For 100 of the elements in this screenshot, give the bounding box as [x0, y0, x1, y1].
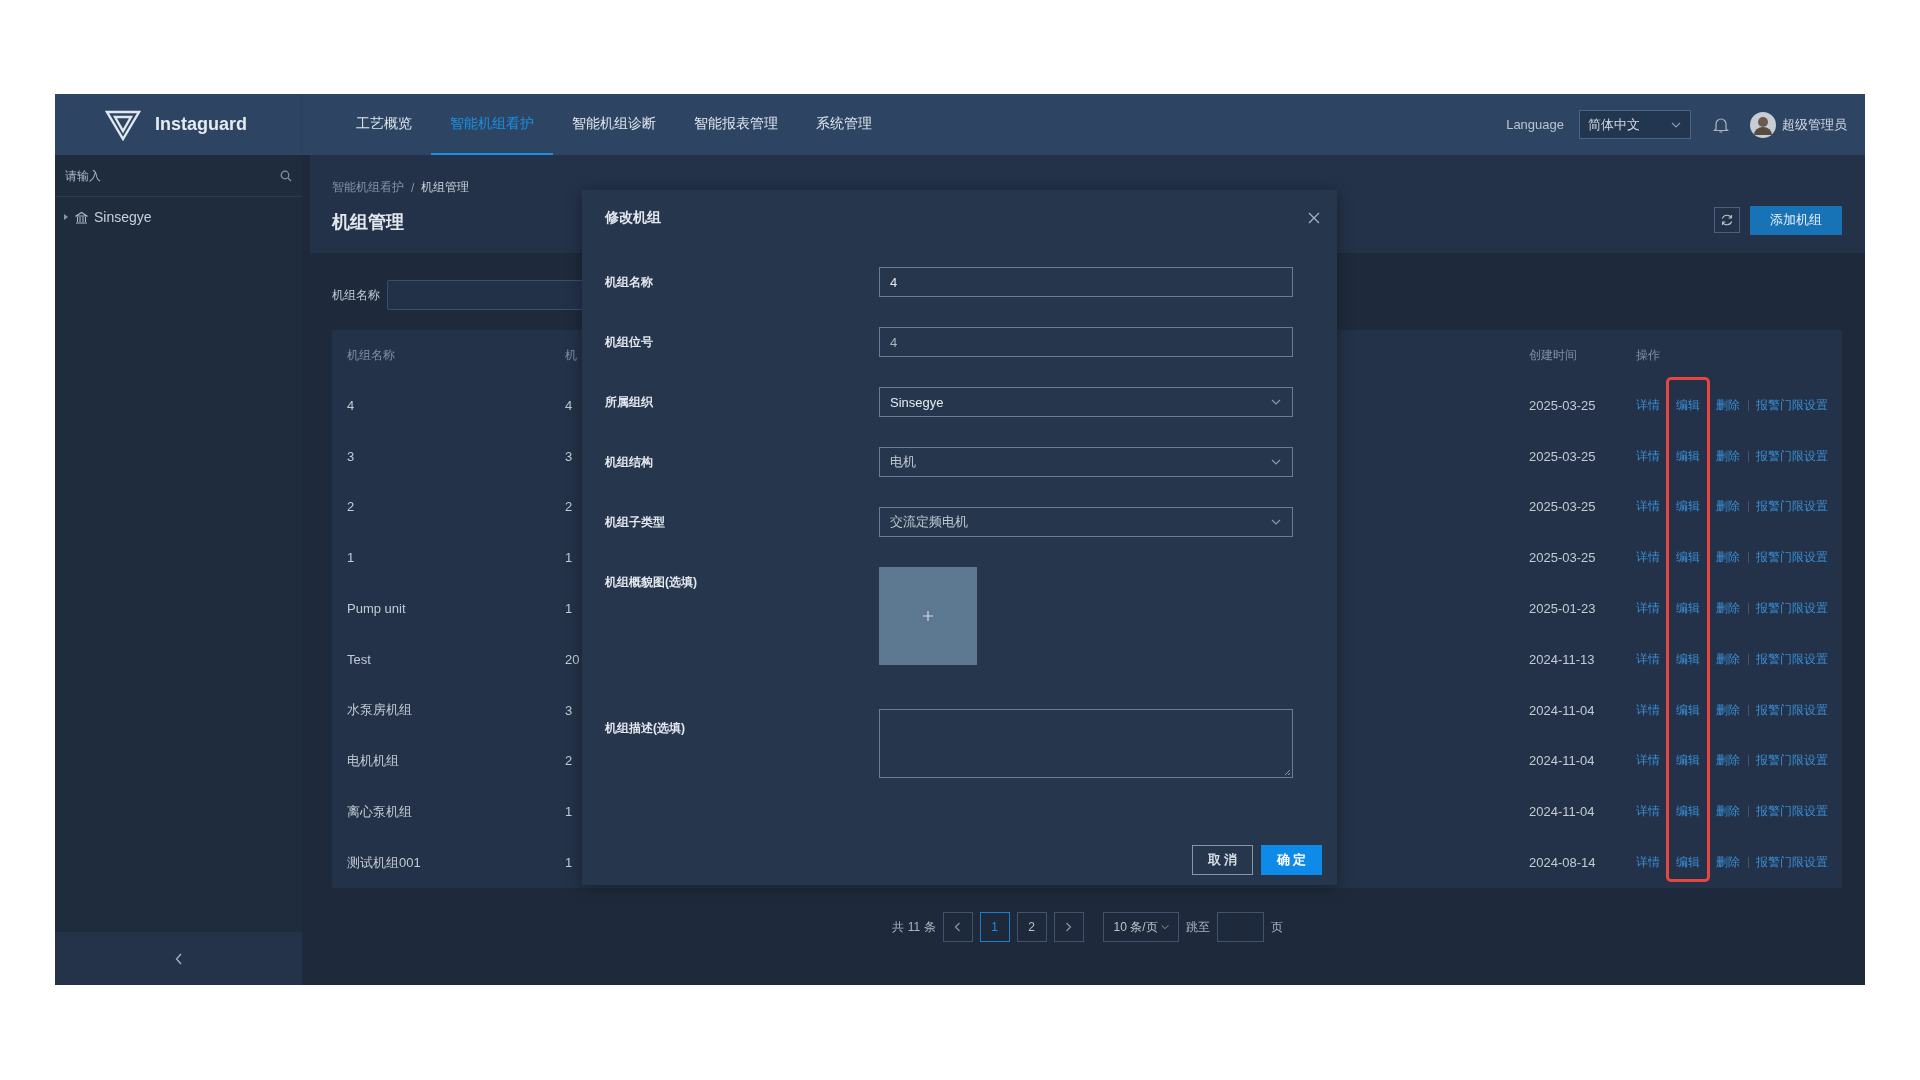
table-cell: 2025-03-25 — [1529, 499, 1596, 515]
table-cell: 1 — [347, 550, 355, 566]
action-link[interactable]: 删除 — [1716, 600, 1740, 618]
action-link[interactable]: 删除 — [1716, 549, 1740, 567]
table-cell: 电机机组 — [347, 751, 399, 770]
action-link[interactable]: 报警门限设置 — [1756, 803, 1828, 821]
resize-grip-icon[interactable] — [1284, 769, 1291, 776]
collapse-icon[interactable] — [174, 952, 183, 965]
filter-label: 机组名称 — [332, 286, 380, 304]
action-link[interactable]: 编辑 — [1676, 854, 1700, 872]
user-name[interactable]: 超级管理员 — [1782, 115, 1847, 134]
action-link[interactable]: 编辑 — [1676, 447, 1700, 465]
nav-tab[interactable]: 智能机组诊断 — [553, 94, 675, 155]
table-cell: 1 — [565, 601, 573, 617]
action-link[interactable]: 详情 — [1636, 447, 1660, 465]
table-cell: 2 — [565, 499, 573, 515]
tree-item[interactable]: Sinsegye — [94, 209, 152, 225]
action-link[interactable]: 编辑 — [1676, 396, 1700, 414]
table-cell: 3 — [565, 448, 573, 464]
language-select[interactable]: 简体中文 — [1579, 110, 1691, 139]
action-link[interactable]: 删除 — [1716, 803, 1740, 821]
action-link[interactable]: 编辑 — [1676, 498, 1700, 516]
action-link[interactable]: 报警门限设置 — [1756, 701, 1828, 719]
action-link[interactable]: 编辑 — [1676, 752, 1700, 770]
page-suffix: 页 — [1270, 918, 1283, 936]
form-label: 机组概貌图(选填) — [605, 573, 698, 591]
caret-icon[interactable] — [63, 213, 69, 221]
breadcrumb-link[interactable]: 智能机组看护 — [332, 179, 404, 196]
table-cell: 离心泵机组 — [347, 802, 412, 821]
add-button[interactable]: 添加机组 — [1750, 205, 1842, 235]
bank-icon — [75, 210, 88, 224]
column-header: 创建时间 — [1529, 346, 1577, 364]
chevron-down-icon — [1159, 922, 1170, 932]
action-link[interactable]: 编辑 — [1676, 549, 1700, 567]
table-cell: 水泵房机组 — [347, 701, 412, 720]
action-link[interactable]: 详情 — [1636, 498, 1660, 516]
select-field[interactable]: Sinsegye — [879, 387, 1293, 417]
action-link[interactable]: 详情 — [1636, 854, 1660, 872]
chevron-left-icon — [954, 922, 962, 932]
action-link[interactable]: 编辑 — [1676, 701, 1700, 719]
table-cell: 2024-08-14 — [1529, 855, 1596, 871]
action-link[interactable]: 报警门限设置 — [1756, 396, 1828, 414]
action-link[interactable]: 详情 — [1636, 650, 1660, 668]
cancel-button[interactable]: 取 消 — [1192, 845, 1253, 875]
action-link[interactable]: 编辑 — [1676, 650, 1700, 668]
page-size-select[interactable]: 10 条/页 — [1102, 912, 1179, 942]
bell-icon[interactable] — [1713, 115, 1729, 134]
jump-input[interactable] — [1216, 912, 1264, 942]
dialog-title: 修改机组 — [605, 209, 661, 227]
table-cell: 4 — [565, 397, 573, 413]
action-link[interactable]: 删除 — [1716, 650, 1740, 668]
refresh-button[interactable] — [1714, 207, 1740, 233]
action-link[interactable]: 删除 — [1716, 396, 1740, 414]
select-field[interactable]: 电机 — [879, 447, 1293, 477]
text-area[interactable] — [879, 709, 1293, 778]
select-field[interactable]: 交流定频电机 — [879, 507, 1293, 537]
avatar-icon[interactable] — [1750, 111, 1776, 138]
action-link[interactable]: 删除 — [1716, 701, 1740, 719]
action-link[interactable]: 删除 — [1716, 854, 1740, 872]
logo-icon — [105, 108, 141, 141]
table-cell: 4 — [347, 397, 355, 413]
table-cell: Pump unit — [347, 601, 406, 617]
breadcrumb-current: 机组管理 — [421, 179, 470, 196]
action-link[interactable]: 编辑 — [1676, 600, 1700, 618]
action-link[interactable]: 删除 — [1716, 752, 1740, 770]
text-field[interactable]: 4 — [879, 267, 1293, 297]
table-cell: 2 — [565, 753, 573, 769]
table-cell: 3 — [347, 448, 355, 464]
action-link[interactable]: 详情 — [1636, 600, 1660, 618]
action-link[interactable]: 删除 — [1716, 447, 1740, 465]
table-cell: 1 — [565, 855, 573, 871]
table-cell: 2024-11-04 — [1529, 804, 1595, 820]
action-link[interactable]: 报警门限设置 — [1756, 650, 1828, 668]
jump-label: 跳至 — [1185, 918, 1210, 936]
action-link[interactable]: 详情 — [1636, 752, 1660, 770]
table-cell: 2025-03-25 — [1529, 550, 1596, 566]
table-cell: 测试机组001 — [347, 853, 421, 872]
action-link[interactable]: 编辑 — [1676, 803, 1700, 821]
page-button[interactable]: 2 — [1016, 912, 1047, 942]
action-link[interactable]: 报警门限设置 — [1756, 549, 1828, 567]
nav-tab[interactable]: 工艺概览 — [337, 94, 431, 155]
action-link[interactable]: 报警门限设置 — [1756, 752, 1828, 770]
action-link[interactable]: 详情 — [1636, 803, 1660, 821]
action-link[interactable]: 删除 — [1716, 498, 1740, 516]
action-link[interactable]: 详情 — [1636, 701, 1660, 719]
form-label: 机组子类型 — [605, 513, 666, 531]
table-cell: 2024-11-04 — [1529, 702, 1595, 718]
confirm-button[interactable]: 确 定 — [1261, 845, 1322, 875]
table-cell: 2024-11-13 — [1529, 651, 1595, 667]
close-icon[interactable] — [1308, 212, 1320, 224]
action-link[interactable]: 报警门限设置 — [1756, 600, 1828, 618]
action-link[interactable]: 报警门限设置 — [1756, 447, 1828, 465]
action-link[interactable]: 详情 — [1636, 549, 1660, 567]
action-link[interactable]: 报警门限设置 — [1756, 854, 1828, 872]
nav-tab[interactable]: 系统管理 — [797, 94, 891, 155]
action-link[interactable]: 报警门限设置 — [1756, 498, 1828, 516]
page-button[interactable]: 1 — [979, 912, 1010, 942]
action-link[interactable]: 详情 — [1636, 396, 1660, 414]
search-field[interactable]: 请输入 — [65, 168, 245, 183]
nav-tab[interactable]: 智能报表管理 — [675, 94, 797, 155]
